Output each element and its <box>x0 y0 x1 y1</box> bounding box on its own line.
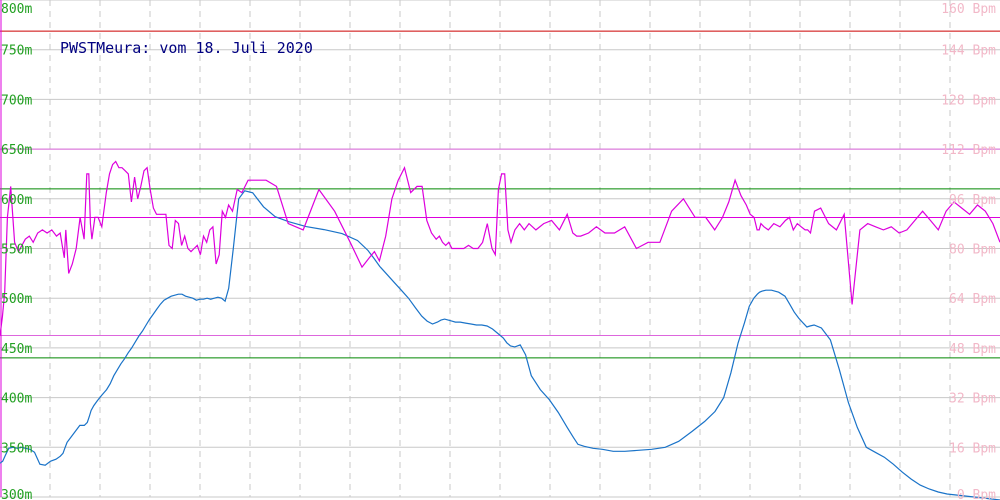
grid <box>0 0 1000 498</box>
left-tick-label: 400m <box>1 392 32 407</box>
left-tick-label: 800m <box>1 2 32 17</box>
right-axis-ticks: 160 Bpm 144 Bpm 128 Bpm 112 Bpm 96 Bpm 80 Bpm… <box>941 2 996 500</box>
chart-title: PWSTMeura: vom 18. Juli 2020 <box>60 39 313 57</box>
left-tick-label: 450m <box>1 342 32 357</box>
right-tick-label: 112 Bpm <box>941 143 996 158</box>
left-axis-ticks: 800m 750m 700m 650m 600m 550m 500m 450m 400m 350m… <box>1 2 32 500</box>
left-tick-label: 350m <box>1 441 32 456</box>
left-tick-label: 700m <box>1 93 32 108</box>
right-tick-label: 64 Bpm <box>949 292 996 307</box>
left-tick-label: 550m <box>1 243 32 258</box>
right-tick-label: 0 Bpm <box>957 488 996 500</box>
right-tick-label: 16 Bpm <box>949 441 996 456</box>
right-tick-label: 96 Bpm <box>949 193 996 208</box>
right-tick-label: 160 Bpm <box>941 2 996 17</box>
right-tick-label: 48 Bpm <box>949 342 996 357</box>
right-tick-label: 80 Bpm <box>949 243 996 258</box>
left-tick-label: 750m <box>1 44 32 59</box>
left-tick-label: 300m <box>1 488 32 500</box>
left-tick-label: 500m <box>1 292 32 307</box>
chart: 800m 750m 700m 650m 600m 550m 500m 450m 400m 350m… <box>0 0 1000 500</box>
left-tick-label: 650m <box>1 143 32 158</box>
left-tick-label: 600m <box>1 193 32 208</box>
right-tick-label: 32 Bpm <box>949 392 996 407</box>
right-tick-label: 144 Bpm <box>941 44 996 59</box>
right-tick-label: 128 Bpm <box>941 93 996 108</box>
